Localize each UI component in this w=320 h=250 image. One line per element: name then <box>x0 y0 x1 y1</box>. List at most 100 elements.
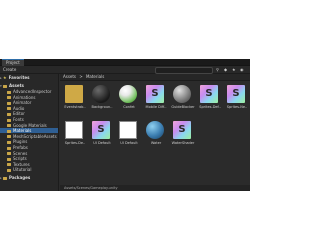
asset-item[interactable]: S Sprites-Ne.. <box>224 83 250 117</box>
sidebar-item[interactable]: Uitutorial <box>0 167 58 172</box>
sidebar-item[interactable]: Prefabs <box>0 145 58 150</box>
sidebar-item-label: AdvancedInspector <box>13 89 52 94</box>
favorite-icon[interactable]: ★ <box>232 67 236 72</box>
sidebar-item-label: Prefabs <box>13 145 28 150</box>
asset-item[interactable]: S UI Default <box>89 119 115 153</box>
folder-icon <box>7 152 11 156</box>
filter-by-label-icon[interactable]: ◆ <box>224 67 227 72</box>
hidden-packages-icon[interactable]: ◉ <box>240 67 244 72</box>
folder-icon <box>7 118 11 122</box>
shader-icon: S <box>227 85 245 103</box>
folder-icon <box>7 146 11 150</box>
folder-icon <box>7 140 11 144</box>
asset-item[interactable]: Eventstrab.. <box>62 83 88 117</box>
sidebar-item[interactable]: Google Materials <box>0 123 58 128</box>
window-titlebar: Project <box>0 59 250 66</box>
shader-icon: S <box>92 121 110 139</box>
sidebar-item-label: Uitutorial <box>13 167 32 173</box>
white-material-icon <box>65 121 83 139</box>
sidebar-item-label: Editor <box>13 111 25 117</box>
sidebar-item-label: MeshScriptableAssets <box>13 133 57 139</box>
search-input[interactable] <box>155 67 213 74</box>
sidebar-item[interactable]: Fonts <box>0 117 58 122</box>
material-sphere-icon <box>173 85 191 103</box>
folder-icon <box>7 157 11 161</box>
sidebar-item[interactable]: Textures <box>0 162 58 167</box>
folder-icon <box>65 85 83 103</box>
asset-label: GuideBlocker <box>171 105 195 109</box>
sidebar-assets-label: Assets <box>9 83 24 88</box>
folder-icon <box>3 84 7 88</box>
sidebar-item-label: Materials <box>13 128 32 134</box>
asset-item[interactable]: Sprites-De.. <box>62 119 88 153</box>
folder-icon <box>7 135 11 139</box>
sidebar-item[interactable]: Scenes <box>0 151 58 156</box>
folder-icon <box>7 90 11 94</box>
material-sphere-icon <box>146 121 164 139</box>
create-button[interactable]: Create <box>3 67 16 72</box>
asset-label: WaterShader <box>171 141 195 145</box>
project-toolbar: Create ⚲ ◆ ★ ◉ <box>0 66 250 74</box>
folder-icon <box>7 112 11 116</box>
sidebar-item[interactable]: Editor <box>0 111 58 116</box>
sidebar-item[interactable]: Materials <box>0 128 58 134</box>
shader-icon: S <box>146 85 164 103</box>
asset-item[interactable]: Confet <box>116 83 142 117</box>
asset-label: UI Default <box>93 141 111 145</box>
filter-by-type-icon[interactable]: ⚲ <box>216 67 219 72</box>
asset-item[interactable]: S WaterShader <box>170 119 196 153</box>
sidebar-item-label: Scripts <box>13 156 27 162</box>
asset-item[interactable]: S Sprites-Def.. <box>197 83 223 117</box>
asset-item[interactable]: Backgroun.. <box>89 83 115 117</box>
asset-item[interactable]: S Mobile Diff.. <box>143 83 169 117</box>
asset-item[interactable]: Water <box>143 119 169 153</box>
asset-label: UI Default <box>120 141 138 145</box>
project-sidebar: ▸★ Favorites ▾ Assets AdvancedInspector Ani… <box>0 74 59 191</box>
asset-label: Eventstrab.. <box>64 105 86 109</box>
sidebar-favorites-label: Favorites <box>8 75 30 80</box>
asset-label: Sprites-Ne.. <box>226 105 248 109</box>
sidebar-packages-label: Packages <box>9 175 31 180</box>
breadcrumb-root[interactable]: Assets <box>63 74 76 79</box>
sidebar-item[interactable]: Plugins <box>0 139 58 144</box>
sidebar-item-label: Google Materials <box>13 122 47 128</box>
asset-item[interactable]: UI Default <box>116 119 142 153</box>
sidebar-assets[interactable]: ▾ Assets <box>0 83 58 88</box>
sidebar-item-label: Audio <box>13 105 25 111</box>
folder-icon <box>7 168 11 172</box>
project-window: Project Create ⚲ ◆ ★ ◉ ▸★ Favorites ▾ Asse… <box>0 59 250 191</box>
status-bar: Assets/Scenes/Gameplay.unity <box>60 185 250 191</box>
sidebar-item[interactable]: AdvancedInspector <box>0 89 58 94</box>
asset-label: Sprites-De.. <box>64 141 86 145</box>
breadcrumb-current[interactable]: Materials <box>86 74 104 79</box>
folder-icon <box>7 96 11 100</box>
sidebar-item[interactable]: Animations <box>0 95 58 100</box>
shader-icon: S <box>173 121 191 139</box>
sidebar-packages[interactable]: ▸ Packages <box>0 175 58 180</box>
sidebar-item-label: Animations <box>13 94 36 100</box>
material-sphere-icon <box>119 85 137 103</box>
folder-icon <box>3 176 7 180</box>
sidebar-item-label: Animator <box>13 100 32 106</box>
folder-icon <box>7 124 11 128</box>
folder-icon <box>7 101 11 105</box>
asset-label: Water <box>150 141 162 145</box>
asset-grid: Eventstrab.. Backgroun.. Confet S Mobile Dif… <box>60 81 250 185</box>
breadcrumb-separator: > <box>79 74 83 79</box>
asset-item[interactable]: GuideBlocker <box>170 83 196 117</box>
material-sphere-icon <box>92 85 110 103</box>
sidebar-item[interactable]: Audio <box>0 106 58 111</box>
breadcrumb: Assets > Materials <box>60 74 250 81</box>
white-material-icon <box>119 121 137 139</box>
asset-label: Confet <box>123 105 135 109</box>
asset-label: Sprites-Def.. <box>199 105 221 109</box>
shader-icon: S <box>200 85 218 103</box>
tab-project[interactable]: Project <box>2 59 24 66</box>
folder-icon <box>7 129 11 133</box>
sidebar-item[interactable]: MeshScriptableAssets <box>0 134 58 139</box>
asset-label: Backgroun.. <box>91 105 113 109</box>
sidebar-item[interactable]: Animator <box>0 100 58 105</box>
sidebar-item-label: Fonts <box>13 117 24 122</box>
sidebar-item[interactable]: Scripts <box>0 156 58 161</box>
sidebar-favorites[interactable]: ▸★ Favorites <box>0 75 58 80</box>
